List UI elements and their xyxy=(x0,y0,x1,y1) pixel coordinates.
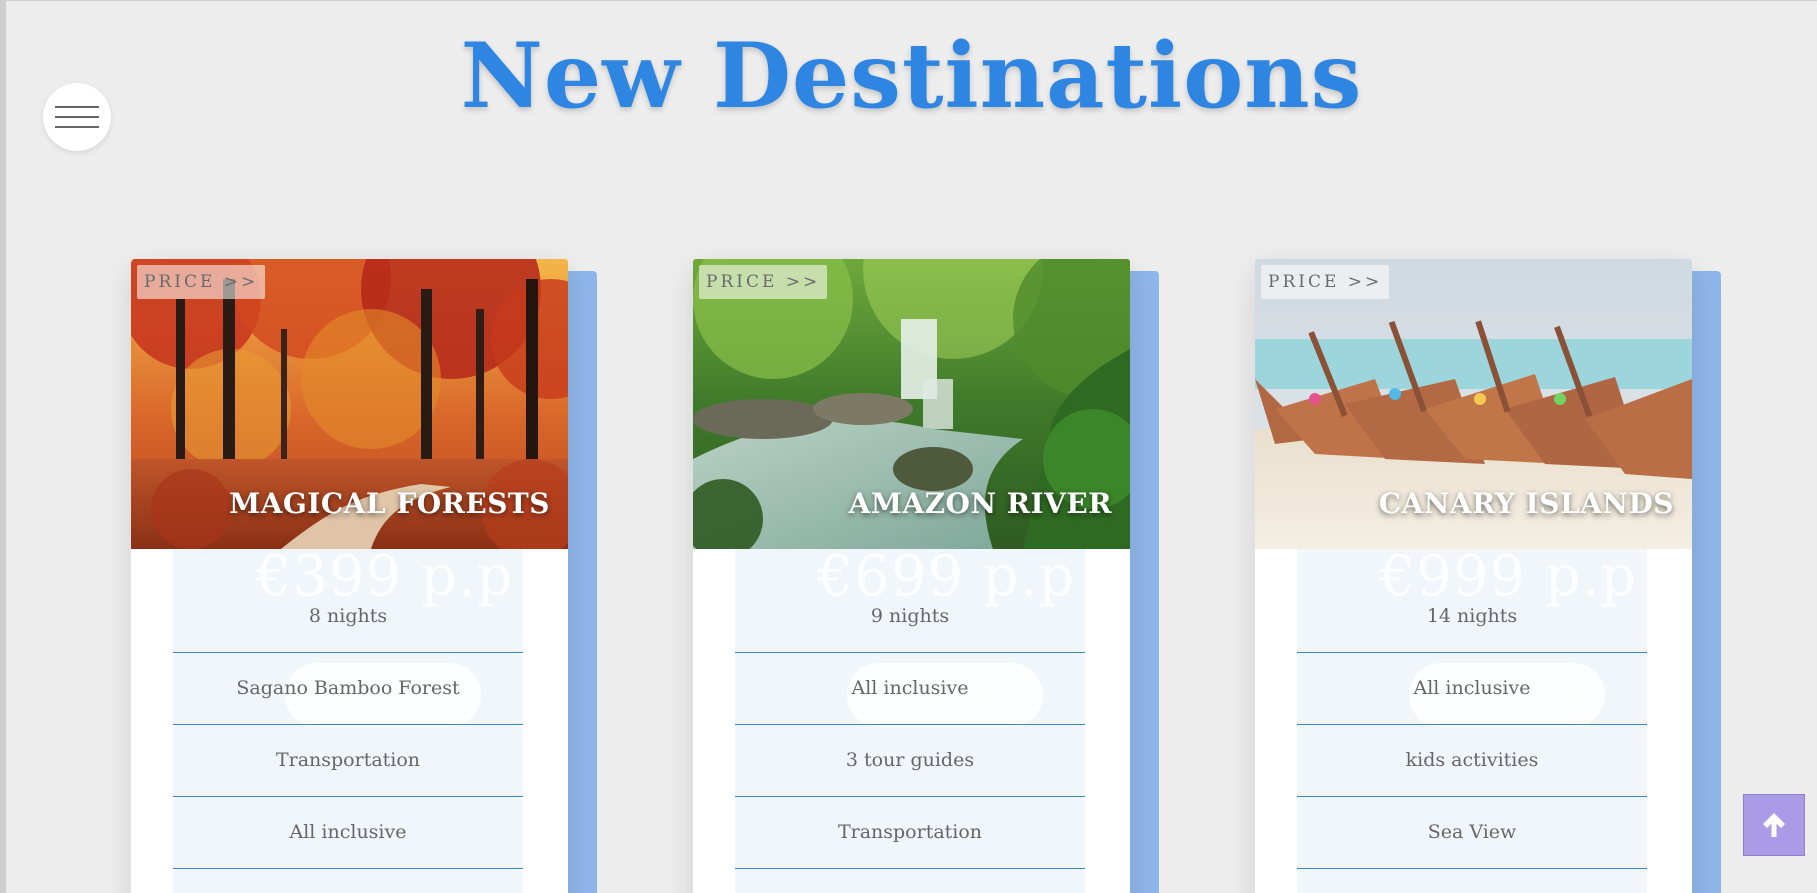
menu-button[interactable] xyxy=(43,83,111,151)
page-title: New Destinations xyxy=(460,23,1363,129)
destination-name: MAGICAL FORESTS xyxy=(229,487,550,520)
scroll-to-top-button[interactable] xyxy=(1743,794,1805,856)
price-tag[interactable]: PRICE >> xyxy=(137,265,266,299)
feature-item: 8 nights xyxy=(173,549,523,653)
card-body: €699 p.p Book now 9 nights All inclusive… xyxy=(693,259,1130,893)
feature-list: 14 nights All inclusive kids activities … xyxy=(1297,549,1647,869)
destination-name: CANARY ISLANDS xyxy=(1378,487,1674,520)
feature-item: All inclusive xyxy=(1297,653,1647,725)
card-body: €399 p.p Book now 8 nights Sagano Bamboo… xyxy=(131,259,568,893)
destination-card[interactable]: €699 p.p Book now 9 nights All inclusive… xyxy=(693,259,1159,893)
feature-item: 9 nights xyxy=(735,549,1085,653)
feature-item: kids activities xyxy=(1297,725,1647,797)
feature-item: All inclusive xyxy=(173,797,523,869)
hamburger-menu-icon xyxy=(55,106,99,108)
hamburger-menu-icon-bar xyxy=(55,116,99,118)
card-body: €999 p.p Book now 14 nights All inclusiv… xyxy=(1255,259,1692,893)
arrow-up-icon xyxy=(1763,813,1785,837)
feature-item: Transportation xyxy=(173,725,523,797)
feature-list: 9 nights All inclusive 3 tour guides Tra… xyxy=(735,549,1085,869)
hamburger-menu-icon-bar xyxy=(55,126,99,128)
destination-card[interactable]: €399 p.p Book now 8 nights Sagano Bamboo… xyxy=(131,259,597,893)
feature-list: 8 nights Sagano Bamboo Forest Transporta… xyxy=(173,549,523,869)
price-tag[interactable]: PRICE >> xyxy=(1261,265,1390,299)
price-tag[interactable]: PRICE >> xyxy=(699,265,828,299)
destination-card[interactable]: €999 p.p Book now 14 nights All inclusiv… xyxy=(1255,259,1721,893)
feature-item: Sea View xyxy=(1297,797,1647,869)
destination-name: AMAZON RIVER xyxy=(848,487,1112,520)
page: New Destinations €399 p.p Book now 8 nig… xyxy=(0,0,1817,893)
feature-item: Transportation xyxy=(735,797,1085,869)
feature-item: 14 nights xyxy=(1297,549,1647,653)
feature-item: All inclusive xyxy=(735,653,1085,725)
feature-item: Sagano Bamboo Forest xyxy=(173,653,523,725)
feature-item: 3 tour guides xyxy=(735,725,1085,797)
